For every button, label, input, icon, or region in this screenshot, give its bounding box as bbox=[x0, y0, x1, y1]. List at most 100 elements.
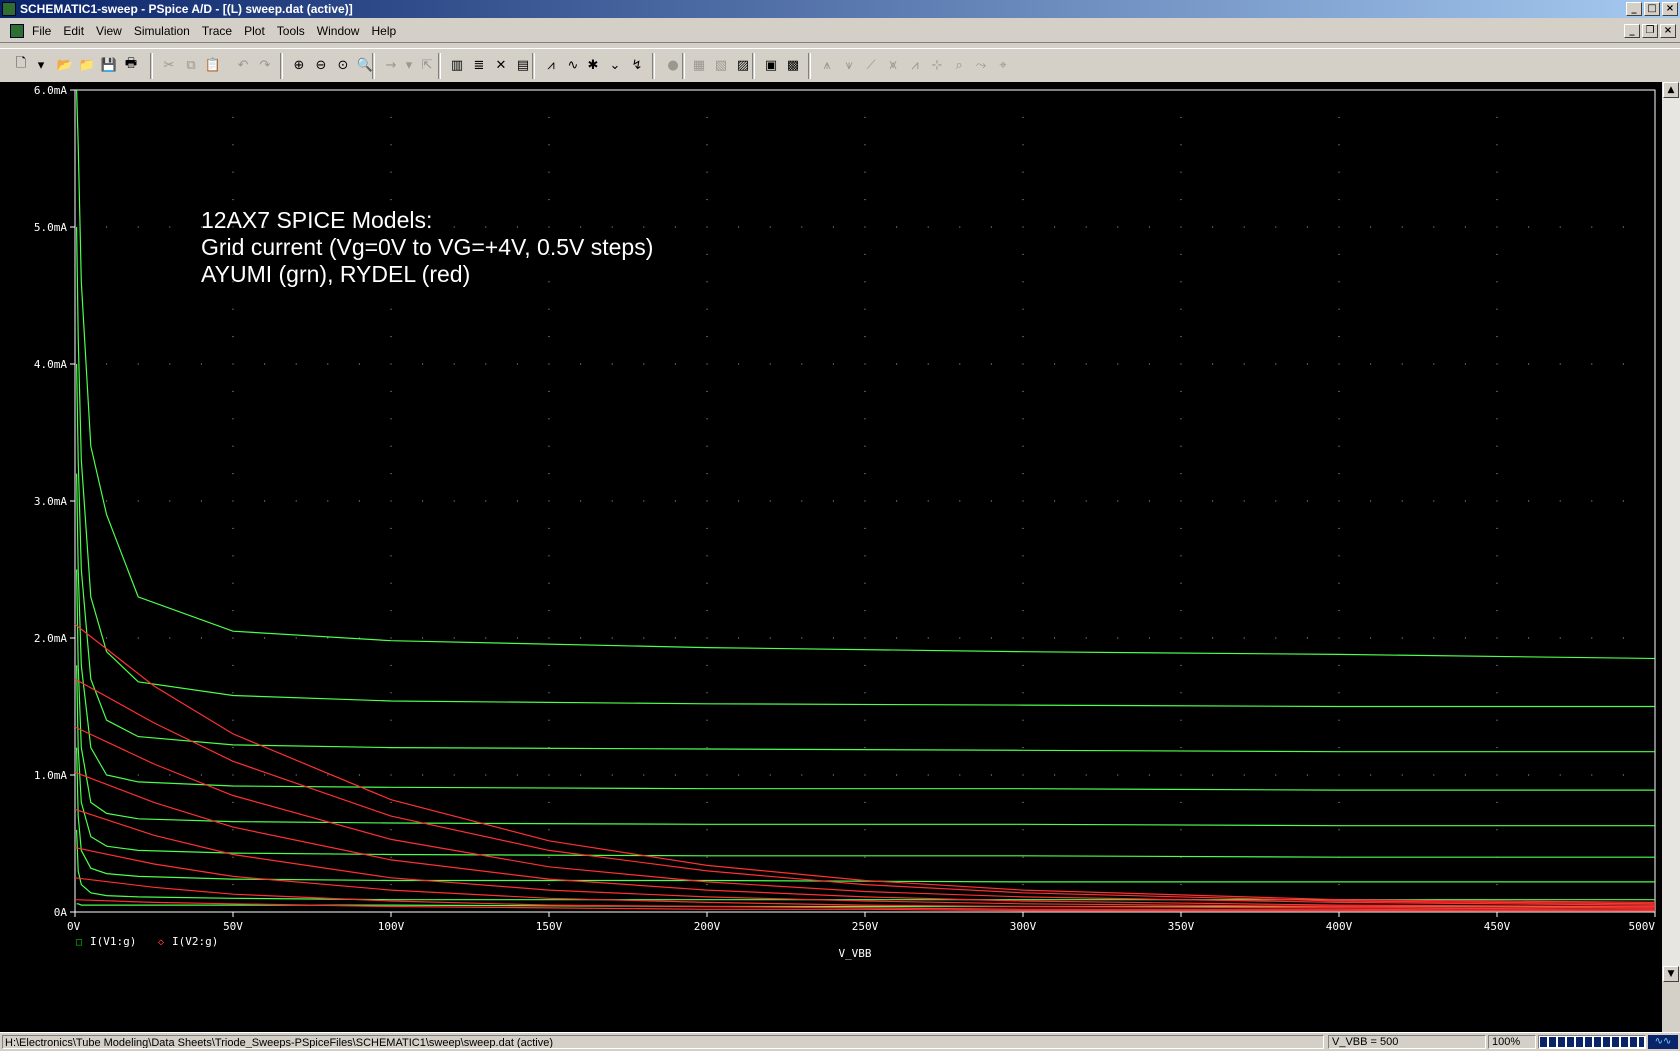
arrow-icon[interactable]: → bbox=[382, 56, 400, 74]
grid-dot bbox=[864, 692, 866, 694]
table-icon[interactable]: ▤ bbox=[514, 56, 532, 74]
document-icon[interactable] bbox=[10, 24, 24, 38]
menu-edit[interactable]: Edit bbox=[57, 23, 90, 39]
open-icon[interactable]: 📂 bbox=[56, 56, 74, 74]
x-tick-label: 500V bbox=[1629, 920, 1656, 933]
grid-dot bbox=[1180, 418, 1182, 420]
cursor-point-icon[interactable]: ⊹ bbox=[928, 56, 946, 74]
probe-plot-window[interactable]: 0A 1.0mA 2.0mA 3.0mA 4.0mA 5.0mA 6.0mA 0V 50V 100… bbox=[0, 82, 1662, 1032]
grid-dot bbox=[232, 664, 234, 666]
grid-dot bbox=[1180, 199, 1182, 201]
menu-help[interactable]: Help bbox=[365, 23, 402, 39]
add-trace-icon[interactable]: ⩘ bbox=[542, 56, 560, 74]
grid-dot bbox=[706, 171, 708, 173]
minimize-button[interactable]: _ bbox=[1626, 2, 1642, 16]
axis-settings-icon[interactable]: ▥ bbox=[448, 56, 466, 74]
grid-dot bbox=[548, 582, 550, 584]
snap-icon[interactable]: ↯ bbox=[628, 56, 646, 74]
simulation-settings-icon[interactable]: ▣ bbox=[762, 56, 780, 74]
grid-dot bbox=[864, 226, 866, 228]
grid-dot bbox=[1338, 253, 1340, 255]
zoom-fit-icon[interactable]: 🔍 bbox=[356, 56, 374, 74]
menu-simulation[interactable]: Simulation bbox=[128, 23, 196, 39]
pspice-app-icon[interactable] bbox=[2, 2, 16, 16]
grid-dot bbox=[295, 637, 297, 639]
eval-goal-icon[interactable]: ∿ bbox=[564, 56, 582, 74]
print-icon[interactable]: 🖶 bbox=[122, 56, 140, 74]
grid-dot bbox=[864, 445, 866, 447]
grid-dot bbox=[1180, 144, 1182, 146]
fourier-icon[interactable]: ≣ bbox=[470, 56, 488, 74]
menu-bar: File Edit View Simulation Trace Plot Tools Wind… bbox=[0, 20, 1680, 43]
menu-tools[interactable]: Tools bbox=[271, 23, 311, 39]
grid-dot bbox=[1022, 171, 1024, 173]
dual-icon[interactable]: ▧ bbox=[712, 56, 730, 74]
grid-dot bbox=[548, 829, 550, 831]
grid-dot bbox=[738, 637, 740, 639]
redo-icon[interactable]: ↷ bbox=[256, 56, 274, 74]
doc-close-button[interactable]: × bbox=[1660, 24, 1676, 38]
grid-dot bbox=[1496, 719, 1498, 721]
grid-dot bbox=[1496, 555, 1498, 557]
mark-data-icon[interactable]: ✱ bbox=[584, 56, 602, 74]
grid-dot bbox=[832, 774, 834, 776]
grid-dot bbox=[927, 500, 929, 502]
grid-dot bbox=[1496, 199, 1498, 201]
x-tick-label: 150V bbox=[536, 920, 563, 933]
new-icon[interactable]: 🗋 bbox=[12, 56, 30, 74]
dropdown-icon[interactable]: ▾ bbox=[32, 56, 50, 74]
grid-dot bbox=[1559, 500, 1561, 502]
menu-plot[interactable]: Plot bbox=[238, 23, 271, 39]
cursor-trough-icon[interactable]: ⩛ bbox=[840, 56, 858, 74]
grid-dot bbox=[1243, 363, 1245, 365]
menu-window[interactable]: Window bbox=[311, 23, 366, 39]
cursor-search-icon[interactable]: ⌕ bbox=[950, 56, 968, 74]
copy-icon[interactable]: ⧉ bbox=[182, 56, 200, 74]
doc-restore-button[interactable]: ❐ bbox=[1642, 24, 1658, 38]
cursor-min-icon[interactable]: ⩙ bbox=[884, 56, 902, 74]
open-file-icon[interactable]: 📁 bbox=[78, 56, 96, 74]
grid-dot bbox=[1338, 473, 1340, 475]
grid-dot bbox=[390, 829, 392, 831]
grid-dot bbox=[1180, 555, 1182, 557]
cursor-max-icon[interactable]: ⩘ bbox=[906, 56, 924, 74]
grid-dot bbox=[706, 664, 708, 666]
vertical-scrollbar[interactable]: ▲ ▼ bbox=[1662, 82, 1680, 982]
stop-icon[interactable]: ● bbox=[664, 56, 682, 74]
grid-dot bbox=[390, 144, 392, 146]
cut-icon[interactable]: ✂ bbox=[160, 56, 178, 74]
mark-icon[interactable]: ⇱ bbox=[418, 56, 436, 74]
cursor-slope-icon[interactable]: ⟋ bbox=[862, 56, 880, 74]
cursor-next-icon[interactable]: ⤳ bbox=[972, 56, 990, 74]
toggle-cursor-icon[interactable]: ⌄ bbox=[606, 56, 624, 74]
scroll-up-button[interactable]: ▲ bbox=[1663, 82, 1679, 98]
grid-dot bbox=[896, 774, 898, 776]
zoom-out-icon[interactable]: ⊖ bbox=[312, 56, 330, 74]
menu-file[interactable]: File bbox=[26, 23, 57, 39]
undo-icon[interactable]: ↶ bbox=[234, 56, 252, 74]
green-trace bbox=[76, 226, 1655, 708]
menu-trace[interactable]: Trace bbox=[196, 23, 238, 39]
grid-dot bbox=[738, 226, 740, 228]
close-button[interactable]: × bbox=[1662, 2, 1678, 16]
menu-view[interactable]: View bbox=[90, 23, 128, 39]
zoom-area-icon[interactable]: ⊙ bbox=[334, 56, 352, 74]
zoom-in-icon[interactable]: ⊕ bbox=[290, 56, 308, 74]
scroll-down-button[interactable]: ▼ bbox=[1663, 966, 1679, 982]
grid-dot bbox=[1401, 637, 1403, 639]
cursor-label-icon[interactable]: ⌖ bbox=[994, 56, 1012, 74]
doc-minimize-button[interactable]: _ bbox=[1624, 24, 1640, 38]
grid-dot bbox=[769, 500, 771, 502]
save-icon[interactable]: 💾 bbox=[100, 56, 118, 74]
arrow-dropdown-icon[interactable]: ▾ bbox=[400, 56, 418, 74]
grid-dot bbox=[516, 363, 518, 365]
cursor-peak-icon[interactable]: ⩚ bbox=[818, 56, 836, 74]
grid-dot bbox=[896, 637, 898, 639]
maximize-button[interactable]: □ bbox=[1644, 2, 1660, 16]
results-icon[interactable]: ▩ bbox=[784, 56, 802, 74]
grid-dot bbox=[1528, 226, 1530, 228]
paste-icon[interactable]: 📋 bbox=[204, 56, 222, 74]
cursor-icon[interactable]: ✕ bbox=[492, 56, 510, 74]
log-icon[interactable]: ▦ bbox=[690, 56, 708, 74]
copy-window-icon[interactable]: ▨ bbox=[734, 56, 752, 74]
